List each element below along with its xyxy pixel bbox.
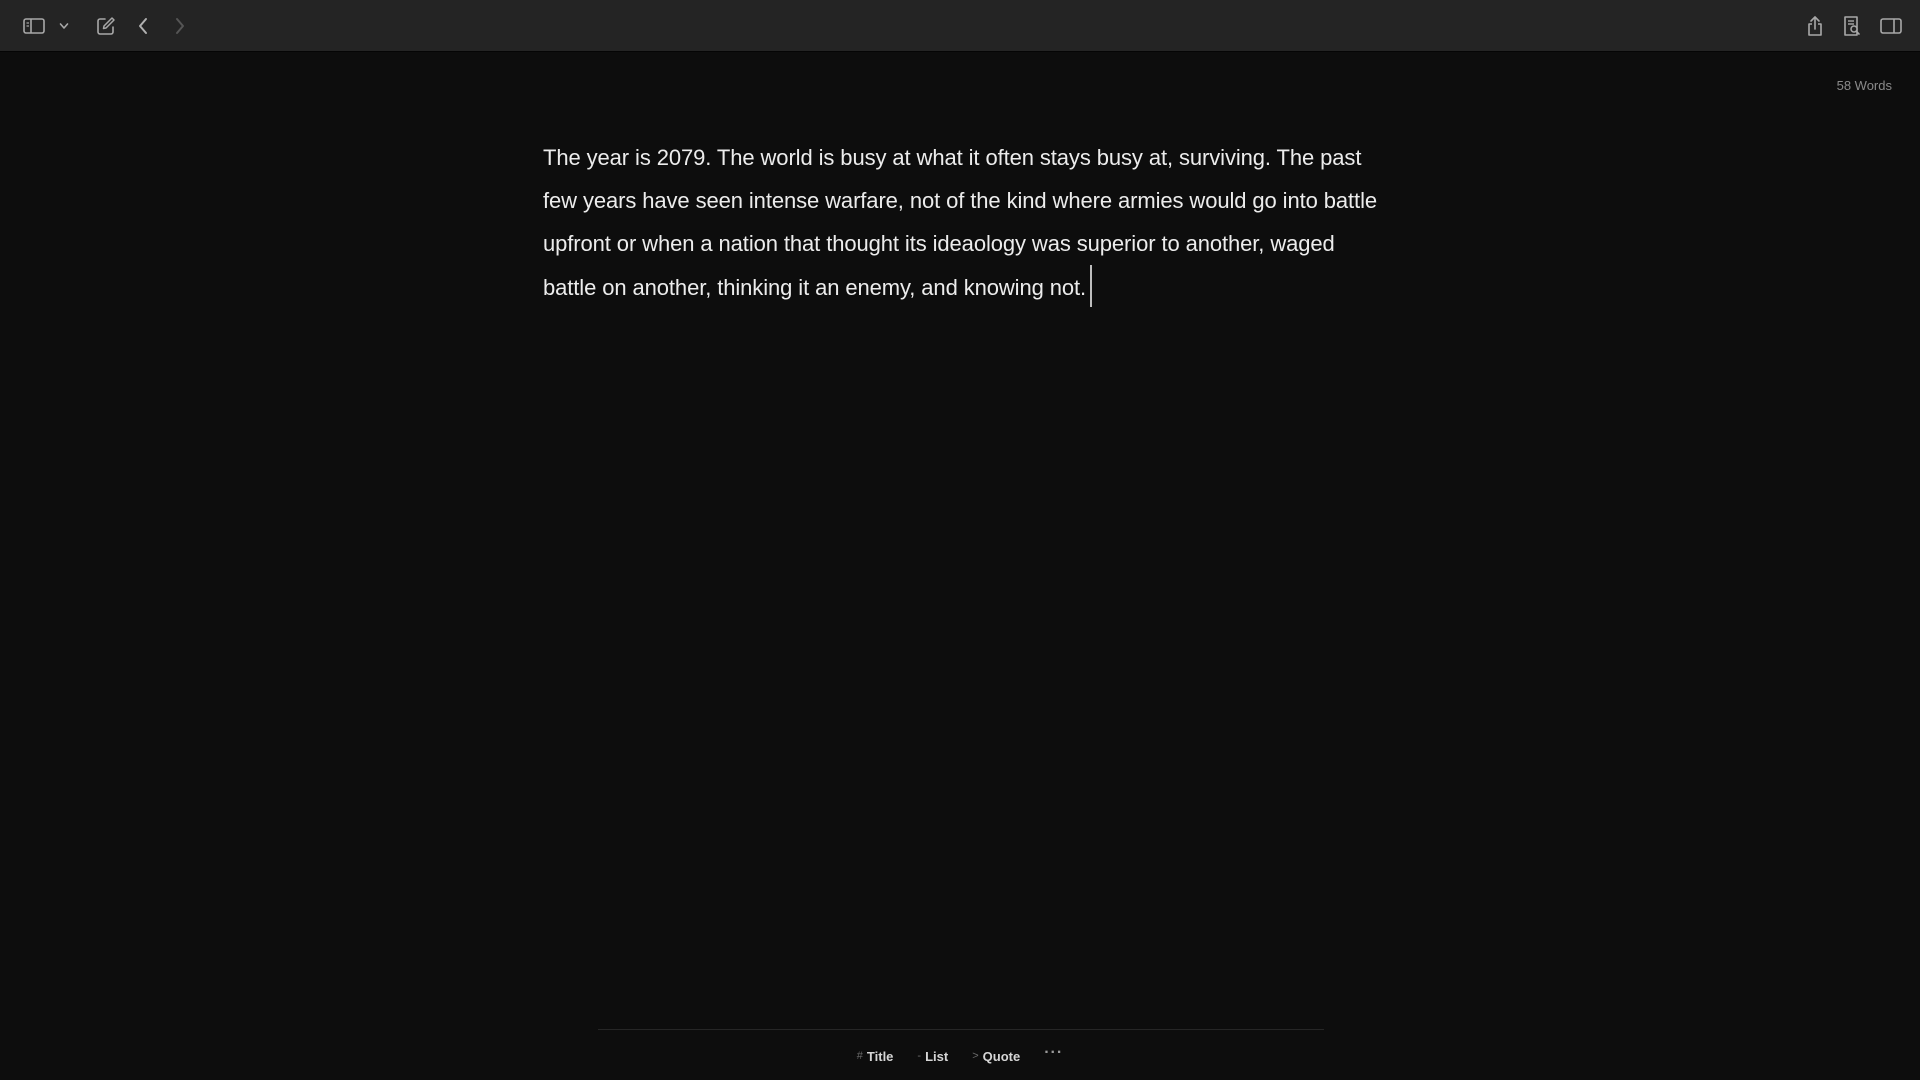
editor-window: 58 Words The year is 2079. The world is … <box>0 0 1920 1080</box>
format-list-button[interactable]: - List <box>917 1049 948 1064</box>
list-label: List <box>925 1048 949 1064</box>
search-document-icon[interactable] <box>1838 12 1866 40</box>
inspector-panel-icon[interactable] <box>1877 12 1905 40</box>
title-prefix: # <box>856 1050 863 1062</box>
back-icon[interactable] <box>129 12 157 40</box>
share-icon[interactable] <box>1801 12 1829 40</box>
format-bar-divider <box>598 1029 1324 1030</box>
format-title-button[interactable]: # Title <box>857 1049 894 1064</box>
list-prefix: - <box>917 1050 922 1062</box>
word-count[interactable]: 58 Words <box>1837 78 1892 93</box>
more-options-icon[interactable]: ··· <box>1044 1044 1063 1062</box>
document-body-text: The year is 2079. The world is busy at w… <box>543 145 1377 300</box>
sidebar-toggle-icon[interactable] <box>20 12 48 40</box>
quote-prefix: > <box>972 1050 979 1062</box>
toolbar <box>0 0 1920 52</box>
forward-icon[interactable] <box>166 12 194 40</box>
text-caret <box>1090 265 1093 307</box>
format-quote-button[interactable]: > Quote <box>972 1049 1020 1064</box>
chevron-down-icon[interactable] <box>56 12 72 40</box>
quote-label: Quote <box>982 1048 1021 1064</box>
compose-icon[interactable] <box>92 12 120 40</box>
document-editor[interactable]: The year is 2079. The world is busy at w… <box>543 136 1383 309</box>
format-bar: # Title - List > Quote ··· <box>0 1044 1920 1067</box>
title-label: Title <box>866 1048 894 1064</box>
